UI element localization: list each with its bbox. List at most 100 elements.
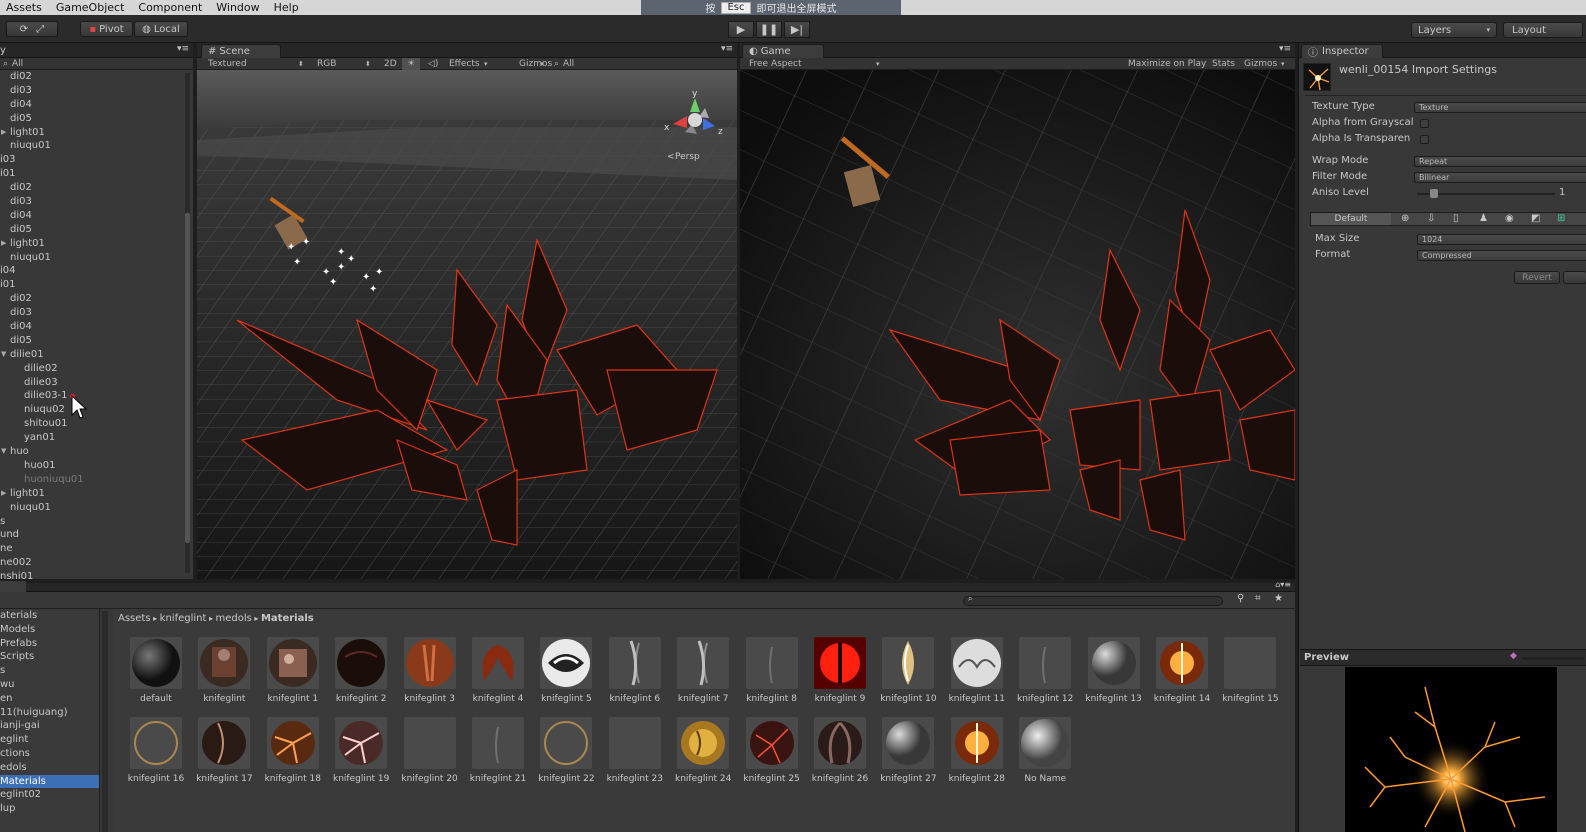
material-thumbnail[interactable] [677, 637, 730, 689]
project-folder-item[interactable]: edols [0, 761, 99, 775]
hierarchy-item[interactable]: dilie03 [0, 376, 185, 390]
asset-tile[interactable]: knifeglint 15 [1220, 637, 1280, 713]
rotate-icon[interactable]: ⟳ [20, 24, 28, 35]
project-folder-item[interactable]: Materials [0, 774, 99, 789]
material-thumbnail[interactable] [130, 637, 182, 689]
material-thumbnail[interactable] [882, 717, 935, 769]
hierarchy-item[interactable]: di02 [0, 70, 185, 84]
hierarchy-item[interactable]: i01 [0, 278, 185, 292]
hierarchy-item[interactable]: ▼ dilie01 [0, 348, 185, 362]
inspector-tab[interactable]: ⓘ Inspector [1301, 44, 1383, 59]
shading-dropdown[interactable]: Textured [208, 58, 247, 70]
hierarchy-item[interactable]: niuqu02 [0, 403, 185, 417]
hierarchy-item[interactable]: dilie02 [0, 362, 185, 376]
aspect-dropdown[interactable]: Free Aspect [749, 58, 802, 70]
material-thumbnail[interactable] [1156, 637, 1208, 689]
material-thumbnail[interactable] [540, 637, 593, 689]
material-thumbnail[interactable] [198, 637, 251, 689]
hierarchy-item[interactable]: di04 [0, 320, 185, 334]
hierarchy-item[interactable]: ▼ huo [0, 445, 185, 459]
hierarchy-scrollbar[interactable] [185, 73, 190, 573]
menu-window[interactable]: Window [209, 1, 266, 14]
material-thumbnail[interactable] [472, 637, 524, 689]
breadcrumb-item[interactable]: knifeglint [160, 613, 207, 624]
hierarchy-item[interactable]: i04 [0, 264, 185, 278]
favorite-icon[interactable]: ★ [1274, 593, 1283, 604]
material-thumbnail[interactable] [608, 637, 661, 689]
project-folder-item[interactable]: eglint02 [0, 788, 99, 802]
format-dropdown[interactable]: Compressed [1417, 250, 1586, 261]
material-thumbnail[interactable] [335, 717, 388, 769]
maximize-on-play-toggle[interactable]: Maximize on Play [1128, 58, 1206, 70]
hierarchy-item[interactable]: ne002 [0, 556, 185, 570]
aniso-value[interactable]: 1 [1559, 187, 1565, 198]
effects-dropdown[interactable]: Effects [449, 58, 480, 70]
asset-tile[interactable]: knifeglint 8 [742, 637, 802, 713]
material-thumbnail[interactable] [1019, 717, 1072, 769]
rgb-channel-icon[interactable]: ◆ [1510, 651, 1517, 661]
hierarchy-item[interactable]: i01 [0, 167, 185, 181]
scale-icon[interactable]: ⤢ [36, 24, 44, 35]
expanded-arrow-icon[interactable]: ▼ [1, 445, 6, 459]
asset-tile[interactable]: knifeglint 16 [126, 717, 186, 793]
project-folder-item[interactable]: Models [0, 623, 99, 637]
download-icon[interactable]: ⇩ [1427, 213, 1435, 224]
hierarchy-item[interactable]: di02 [0, 181, 185, 195]
hierarchy-item[interactable]: ne [0, 542, 185, 556]
material-thumbnail[interactable] [1087, 637, 1140, 689]
menu-component[interactable]: Component [131, 1, 209, 14]
project-tab[interactable] [0, 581, 26, 592]
asset-tile[interactable]: knifeglint 23 [605, 717, 665, 793]
transform-tools[interactable]: ⟳ ⤢ [6, 21, 58, 37]
hierarchy-item[interactable]: di04 [0, 98, 185, 112]
pivot-button[interactable]: ▪ Pivot [80, 21, 133, 37]
play-button[interactable]: ▶ [728, 21, 754, 38]
layers-dropdown[interactable]: Layers ▾ [1411, 22, 1497, 38]
asset-tile[interactable]: knifeglint 12 [1015, 637, 1075, 713]
windows-store-icon[interactable]: ⊞ [1557, 213, 1565, 224]
asset-tile[interactable]: No Name [1015, 717, 1075, 793]
game-tab[interactable]: ◐ Game [742, 44, 824, 58]
hierarchy-item[interactable]: und [0, 528, 185, 542]
material-thumbnail[interactable] [472, 717, 524, 769]
project-folder-item[interactable]: s [0, 664, 99, 678]
collapsed-arrow-icon[interactable]: ▶ [1, 487, 6, 501]
pause-button[interactable]: ❚❚ [756, 21, 782, 38]
hierarchy-item[interactable]: i03 [0, 153, 185, 167]
material-thumbnail[interactable] [198, 717, 251, 769]
project-folder-item[interactable]: eglint [0, 733, 99, 747]
panel-menu-icon[interactable]: ▾≡ [721, 44, 733, 54]
asset-tile[interactable]: knifeglint [194, 637, 254, 713]
material-thumbnail[interactable] [814, 637, 866, 689]
collapsed-arrow-icon[interactable]: ▶ [1, 126, 6, 140]
scene-tab[interactable]: # Scene [201, 44, 281, 58]
asset-tile[interactable]: knifeglint 11 [947, 637, 1007, 713]
asset-tile[interactable]: knifeglint 19 [331, 717, 391, 793]
filter-type-icon[interactable]: ⚲ [1237, 593, 1244, 604]
collapsed-arrow-icon[interactable]: ▶ [1, 237, 6, 251]
asset-tile[interactable]: knifeglint 2 [331, 637, 391, 713]
asset-tile[interactable]: knifeglint 20 [400, 717, 460, 793]
gizmos-dropdown[interactable]: Gizmos [1244, 58, 1277, 70]
revert-button[interactable]: Revert [1514, 271, 1560, 284]
hierarchy-item[interactable]: di05 [0, 112, 185, 126]
inspector-checkbox[interactable] [1420, 135, 1429, 144]
scene-viewport[interactable]: ✦ ✦✦ ✦ ✦✦ ✦ ✦✦ ✦✦ y x z Persp < [197, 70, 737, 579]
hierarchy-item[interactable]: di04 [0, 209, 185, 223]
filter-label-icon[interactable]: ⌗ [1255, 593, 1261, 604]
layout-dropdown[interactable]: Layout [1503, 22, 1583, 38]
scrollbar-thumb[interactable] [185, 213, 190, 543]
hierarchy-item[interactable]: huoniuqu01 [0, 473, 185, 487]
hierarchy-item[interactable]: di05 [0, 334, 185, 348]
mobile-icon[interactable]: ▯ [1453, 213, 1459, 224]
blackberry-icon[interactable]: ◉ [1505, 213, 1514, 224]
default-platform-tab[interactable]: Default [1311, 213, 1391, 225]
material-thumbnail[interactable] [950, 637, 1003, 689]
audio-icon[interactable]: ◁) [428, 58, 438, 70]
hierarchy-item[interactable]: di05 [0, 223, 185, 237]
material-thumbnail[interactable] [1019, 637, 1072, 689]
asset-tile[interactable]: knifeglint 3 [400, 637, 460, 713]
max-size-dropdown[interactable]: 1024 [1417, 234, 1586, 245]
asset-tile[interactable]: knifeglint 24 [673, 717, 733, 793]
material-thumbnail[interactable] [882, 637, 935, 689]
